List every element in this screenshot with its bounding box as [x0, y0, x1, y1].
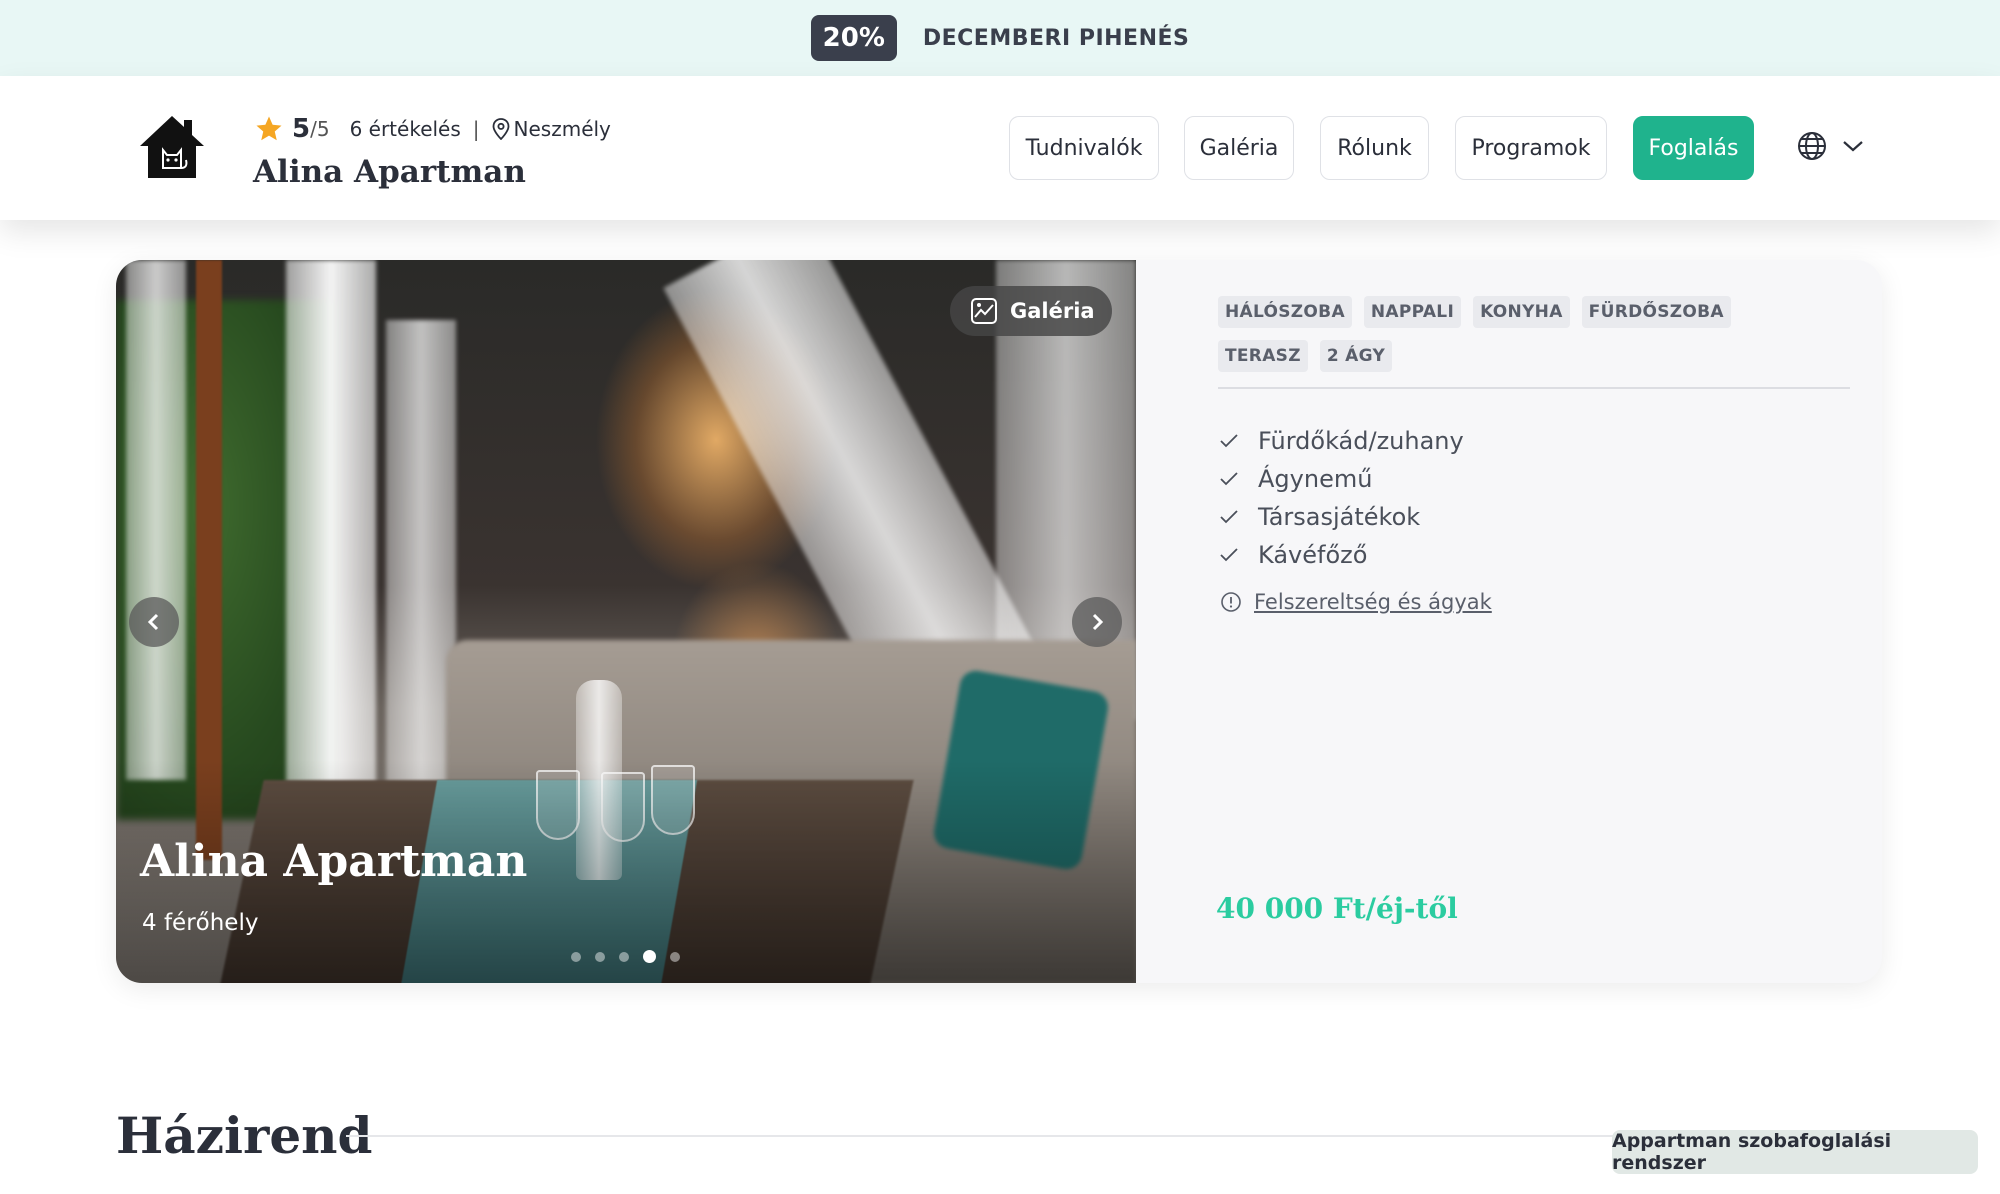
promo-banner[interactable]: 20% DECEMBERI PIHENÉS	[0, 0, 2000, 76]
amenity-item: Ágynemű	[1220, 460, 1464, 498]
price-label: 40 000 Ft/éj-től	[1216, 892, 1458, 925]
rating-row: 5 /5 6 értékelés | Neszmély	[254, 112, 611, 146]
capacity-label: 4 férőhely	[142, 910, 259, 936]
gallery-button[interactable]: Galéria	[950, 286, 1112, 336]
apartment-card: Galéria Alina Apartman 4 férőhely HÁLÓSZ…	[116, 260, 1882, 983]
amenity-label: Társasjátékok	[1258, 503, 1421, 531]
apartment-info: HÁLÓSZOBA NAPPALI KONYHA FÜRDŐSZOBA TERA…	[1136, 260, 1882, 983]
site-header: 5 /5 6 értékelés | Neszmély Alina Apartm…	[0, 76, 2000, 220]
discount-badge: 20%	[810, 15, 897, 61]
tag-nappali: NAPPALI	[1363, 296, 1462, 328]
separator: |	[472, 117, 480, 141]
chevron-right-icon	[1092, 613, 1104, 631]
house-rules-heading: Házirend	[116, 1106, 373, 1165]
divider	[1218, 387, 1850, 389]
rating-score: 5	[292, 114, 311, 144]
language-selector[interactable]	[1796, 130, 1864, 162]
photo-title: Alina Apartman	[140, 836, 528, 887]
tag-konyha: KONYHA	[1473, 296, 1570, 328]
apartment-photo[interactable]: Galéria Alina Apartman 4 férőhely	[116, 260, 1136, 983]
nav-tudnivalok[interactable]: Tudnivalók	[1009, 116, 1159, 180]
check-icon	[1220, 548, 1238, 562]
info-icon	[1221, 592, 1241, 612]
nav-rolunk[interactable]: Rólunk	[1320, 116, 1429, 180]
amenities-list: Fürdőkád/zuhany Ágynemű Társasjátékok Ká…	[1220, 422, 1464, 574]
pin-icon	[492, 118, 509, 140]
prev-slide-button[interactable]	[129, 597, 179, 647]
check-icon	[1220, 510, 1238, 524]
amenity-item: Társasjátékok	[1220, 498, 1464, 536]
check-icon	[1220, 472, 1238, 486]
nav-programok[interactable]: Programok	[1455, 116, 1607, 180]
tag-haloszoba: HÁLÓSZOBA	[1218, 296, 1352, 328]
amenity-item: Fürdőkád/zuhany	[1220, 422, 1464, 460]
property-title: Alina Apartman	[253, 154, 526, 190]
tag-agy: 2 ÁGY	[1319, 340, 1393, 372]
slide-dot-active[interactable]	[643, 950, 656, 963]
tag-terasz: TERASZ	[1218, 340, 1308, 372]
section-divider	[346, 1135, 1636, 1137]
equipment-details-link[interactable]: Felszereltség és ágyak	[1220, 590, 1492, 614]
curtain-far-left	[126, 260, 186, 780]
amenity-item: Kávéfőző	[1220, 536, 1464, 574]
location-label: Neszmély	[513, 117, 611, 141]
rating-max: /5	[310, 117, 330, 141]
globe-icon	[1798, 132, 1826, 160]
nav-galeria[interactable]: Galéria	[1184, 116, 1294, 180]
slide-dot[interactable]	[619, 951, 629, 962]
image-icon	[971, 298, 997, 324]
equipment-details-label: Felszereltség és ágyak	[1254, 590, 1492, 614]
next-slide-button[interactable]	[1072, 597, 1122, 647]
slide-indicators	[571, 950, 680, 963]
room-tags: HÁLÓSZOBA NAPPALI KONYHA FÜRDŐSZOBA TERA…	[1218, 296, 1818, 372]
star-icon	[256, 116, 282, 141]
promo-text: DECEMBERI PIHENÉS	[922, 25, 1190, 51]
amenity-label: Fürdőkád/zuhany	[1258, 427, 1464, 455]
slide-dot[interactable]	[670, 951, 680, 962]
check-icon	[1220, 434, 1238, 448]
gallery-button-label: Galéria	[1010, 299, 1095, 323]
booking-button[interactable]: Foglalás	[1633, 116, 1754, 180]
chevron-left-icon	[147, 613, 159, 631]
review-count[interactable]: 6 értékelés	[350, 117, 461, 141]
house-cat-logo[interactable]	[136, 114, 208, 180]
slide-dot[interactable]	[571, 951, 581, 962]
chevron-down-icon	[1843, 141, 1863, 152]
booking-system-badge[interactable]: Appartman szobafoglalási rendszer	[1612, 1130, 1978, 1174]
amenity-label: Kávéfőző	[1258, 541, 1368, 569]
tag-furdoszoba: FÜRDŐSZOBA	[1581, 296, 1731, 328]
amenity-label: Ágynemű	[1258, 465, 1373, 493]
slide-dot[interactable]	[595, 951, 605, 962]
